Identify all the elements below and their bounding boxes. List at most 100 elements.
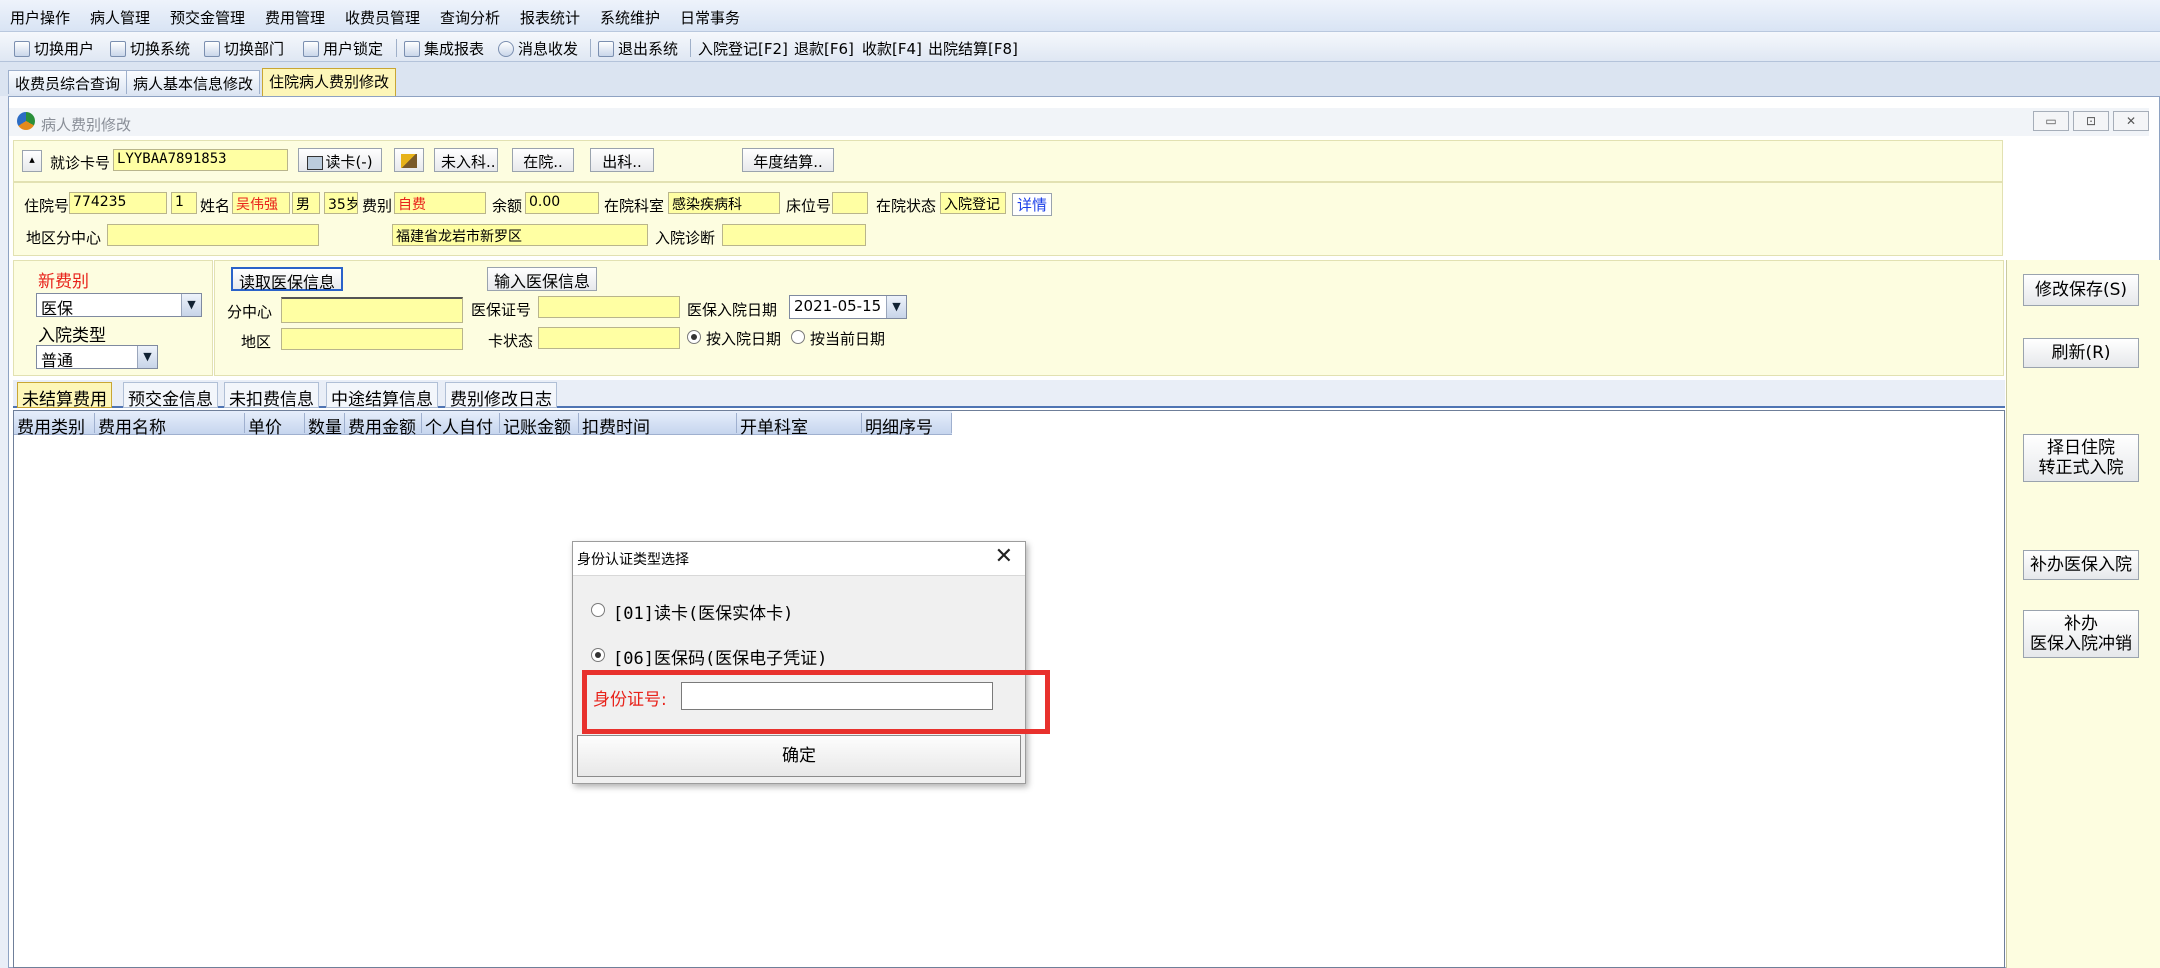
insurance-cert-field[interactable] [538, 296, 680, 318]
dept-field[interactable]: 感染疾病科 [668, 192, 780, 214]
col-fee-name[interactable]: 费用名称 [95, 413, 245, 438]
fee-type-field[interactable]: 自费 [394, 192, 486, 214]
supplement-insurance-button[interactable]: 补办医保入院 [2023, 550, 2139, 580]
read-insurance-button[interactable]: 读取医保信息 [231, 267, 343, 292]
col-charge-time[interactable]: 扣费时间 [579, 413, 737, 438]
tab-unbilled-info[interactable]: 未扣费信息 [224, 382, 319, 410]
admit-register-button[interactable]: 入院登记[F2] [698, 38, 788, 59]
col-unit-price[interactable]: 单价 [245, 413, 305, 438]
out-dept-button[interactable]: 出科.. [590, 148, 654, 172]
status-field[interactable]: 入院登记 [940, 192, 1006, 214]
collect-button[interactable]: 收款[F4] [862, 38, 922, 59]
menu-cashier-mgmt[interactable]: 收费员管理 [345, 7, 420, 28]
collapse-button[interactable]: ▴ [22, 150, 42, 172]
chevron-down-icon: ▼ [181, 294, 201, 316]
diagnosis-field[interactable] [722, 224, 866, 246]
annual-settle-button[interactable]: 年度结算.. [742, 148, 834, 172]
col-self-pay[interactable]: 个人自付 [422, 413, 500, 438]
read-card-button[interactable]: 读卡(-) [298, 148, 382, 172]
menu-query[interactable]: 查询分析 [440, 7, 500, 28]
input-insurance-button[interactable]: 输入医保信息 [487, 267, 597, 291]
not-admitted-button[interactable]: 未入科.. [434, 148, 498, 172]
refund-button[interactable]: 退款[F6] [794, 38, 854, 59]
tab-patient-info[interactable]: 病人基本信息修改 [126, 70, 261, 94]
supplement-cancel-button[interactable]: 补办 医保入院冲销 [2023, 610, 2139, 658]
card-status-field[interactable] [538, 327, 680, 349]
menu-daily[interactable]: 日常事务 [680, 7, 740, 28]
bed-field[interactable] [832, 192, 868, 214]
address-field[interactable]: 福建省龙岩市新罗区 [392, 224, 648, 246]
option-physical-card-radio[interactable] [591, 603, 605, 617]
document-tabs: 收费员综合查询 病人基本信息修改 住院病人费别修改 [0, 62, 2160, 96]
col-detail-no[interactable]: 明细序号 [862, 413, 952, 438]
lock-icon [303, 40, 319, 57]
tab-fee-type-edit[interactable]: 住院病人费别修改 [262, 68, 397, 96]
ok-button[interactable]: 确定 [577, 735, 1021, 777]
new-fee-type-select[interactable]: 医保 ▼ [36, 293, 202, 318]
new-fee-type-panel: 新费别 医保 ▼ 入院类型 普通 ▼ [13, 260, 213, 376]
card-status-label: 卡状态 [488, 332, 534, 350]
card-number-field[interactable]: LYYBAA7891853 [113, 149, 288, 171]
gender-field[interactable]: 男 [292, 192, 320, 214]
admission-times-field[interactable]: 1 [171, 192, 197, 214]
minimize-button[interactable]: ▭ [2033, 111, 2069, 131]
card-reader-icon [307, 155, 324, 170]
restore-button[interactable]: ⊡ [2073, 111, 2109, 131]
dialog-close-icon[interactable]: ✕ [995, 544, 1013, 569]
age-field[interactable]: 35岁 [324, 192, 358, 214]
discharge-settle-button[interactable]: 出院结算[F8] [928, 38, 1018, 59]
messages-button[interactable]: 消息收发 [498, 38, 578, 59]
select-day-admit-button[interactable]: 择日住院 转正式入院 [2023, 434, 2139, 482]
dialog-title: 身份认证类型选择 [577, 552, 689, 568]
tab-unsettled-fees[interactable]: 未结算费用 [17, 382, 112, 410]
radio-by-current-label: 按当前日期 [810, 330, 886, 348]
menu-system[interactable]: 系统维护 [600, 7, 660, 28]
in-hospital-button[interactable]: 在院.. [512, 148, 574, 172]
tab-midway-settle[interactable]: 中途结算信息 [326, 382, 438, 410]
region-center-field[interactable] [107, 224, 319, 246]
col-fee-category[interactable]: 费用类别 [14, 413, 95, 438]
radio-by-admit-label: 按入院日期 [706, 330, 782, 348]
switch-system-button[interactable]: 切换系统 [110, 38, 190, 59]
patient-name-field[interactable]: 吴伟强 [232, 192, 290, 214]
admission-no-field[interactable]: 774235 [69, 192, 167, 214]
tab-cashier-query[interactable]: 收费员综合查询 [8, 70, 128, 94]
col-quantity[interactable]: 数量 [305, 413, 345, 438]
radio-by-admit-date[interactable] [687, 330, 701, 344]
region-center-label: 地区分中心 [26, 229, 102, 247]
menu-fee-mgmt[interactable]: 费用管理 [265, 7, 325, 28]
tab-fee-change-log[interactable]: 费别修改日志 [445, 382, 557, 410]
info-icon [498, 40, 514, 57]
exit-system-button[interactable]: 退出系统 [598, 38, 678, 59]
col-amount[interactable]: 费用金额 [345, 413, 422, 438]
detail-link[interactable]: 详情 [1012, 193, 1053, 216]
refresh-button[interactable]: 刷新(R) [2023, 338, 2139, 368]
switch-dept-button[interactable]: 切换部门 [204, 38, 284, 59]
menu-reports[interactable]: 报表统计 [520, 7, 580, 28]
save-button[interactable]: 修改保存(S) [2023, 274, 2139, 306]
col-order-dept[interactable]: 开单科室 [737, 413, 862, 438]
radio-by-current-date[interactable] [791, 330, 805, 344]
tab-deposit-info[interactable]: 预交金信息 [123, 382, 218, 410]
integrated-report-button[interactable]: 集成报表 [404, 38, 484, 59]
area-label: 地区 [241, 333, 272, 351]
admit-type-select[interactable]: 普通 ▼ [36, 345, 158, 370]
col-account-amount[interactable]: 记账金额 [500, 413, 579, 438]
new-fee-type-label: 新费别 [38, 272, 89, 292]
center-field[interactable] [281, 297, 463, 323]
menu-deposit-mgmt[interactable]: 预交金管理 [170, 7, 245, 28]
clear-brush-button[interactable] [394, 148, 424, 172]
insurance-date-picker[interactable]: 2021-05-15 ▼ [789, 295, 907, 319]
menu-user-ops[interactable]: 用户操作 [10, 7, 70, 28]
area-field[interactable] [281, 328, 463, 350]
lock-user-button[interactable]: 用户锁定 [303, 38, 383, 59]
insurance-date-label: 医保入院日期 [687, 301, 778, 319]
balance-field[interactable]: 0.00 [525, 192, 599, 214]
menu-patient-mgmt[interactable]: 病人管理 [90, 7, 150, 28]
close-button[interactable]: ✕ [2113, 111, 2149, 131]
switch-user-button[interactable]: 切换用户 [14, 38, 94, 59]
admit-type-label: 入院类型 [38, 326, 106, 346]
option-e-voucher-radio[interactable] [591, 648, 605, 662]
auth-type-dialog: 身份认证类型选择 ✕ [01]读卡(医保实体卡) [06]医保码(医保电子凭证)… [572, 541, 1026, 784]
menu-bar: 用户操作 病人管理 预交金管理 费用管理 收费员管理 查询分析 报表统计 系统维… [0, 0, 2160, 32]
